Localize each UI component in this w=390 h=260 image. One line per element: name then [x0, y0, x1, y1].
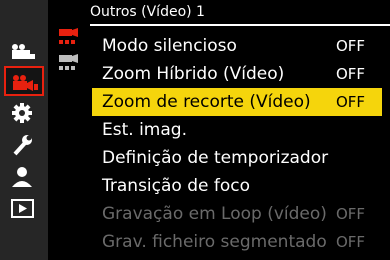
video-menu-page-icon — [59, 54, 78, 70]
menu-item-label: Grav. ficheiro segmentado — [102, 232, 327, 252]
video-menu-page-icon — [59, 28, 78, 44]
menu-item-gravacao-loop: Gravação em Loop (vídeo) OFF — [92, 200, 382, 228]
sidebar-item-setup[interactable] — [0, 130, 48, 160]
menu-item-label: Zoom de recorte (Vídeo) — [102, 92, 311, 112]
menu-item-label: Transição de foco — [102, 176, 251, 196]
page-title: Outros (Vídeo) 1 — [90, 4, 205, 20]
menu-item-est-imag[interactable]: Est. imag. — [92, 116, 382, 144]
sidebar-item-mymenu[interactable] — [0, 162, 48, 192]
menu-item-value: OFF — [336, 233, 366, 251]
sidebar-item-photo[interactable] — [0, 36, 48, 66]
person-icon — [12, 167, 32, 187]
wrench-icon — [13, 135, 32, 156]
playback-icon — [11, 199, 34, 218]
menu-item-label: Est. imag. — [102, 120, 187, 140]
page-tab-2[interactable] — [54, 52, 84, 76]
menu-item-label: Gravação em Loop (vídeo) — [102, 204, 327, 224]
menu-item-label: Modo silencioso — [102, 36, 237, 56]
menu-item-zoom-hibrido[interactable]: Zoom Híbrido (Vídeo) OFF — [92, 60, 382, 88]
menu-item-label: Definição de temporizador — [102, 148, 329, 168]
menu-item-value: OFF — [336, 205, 366, 223]
menu-item-modo-silencioso[interactable]: Modo silencioso OFF — [92, 32, 382, 60]
menu-item-label: Zoom Híbrido (Vídeo) — [102, 64, 285, 84]
menu-item-zoom-recorte[interactable]: Zoom de recorte (Vídeo) OFF — [92, 88, 382, 116]
sidebar-item-playback[interactable] — [0, 194, 48, 224]
page-tab-1[interactable] — [54, 26, 84, 50]
title-divider — [90, 24, 390, 26]
sidebar-item-video[interactable] — [4, 66, 44, 96]
menu-item-temporizador[interactable]: Definição de temporizador — [92, 144, 382, 172]
menu-item-value: OFF — [336, 65, 366, 83]
menu-item-value: OFF — [336, 37, 366, 55]
menu-item-transicao-foco[interactable]: Transição de foco — [92, 172, 382, 200]
sidebar-item-custom[interactable] — [0, 98, 48, 128]
video-camera-icon — [13, 75, 38, 91]
menu-item-ficheiro-segmentado: Grav. ficheiro segmentado OFF — [92, 228, 382, 256]
photo-camera-icon — [12, 44, 35, 59]
menu-item-value: OFF — [336, 93, 366, 111]
gear-icon — [12, 103, 32, 123]
menu-sidebar — [0, 0, 48, 260]
